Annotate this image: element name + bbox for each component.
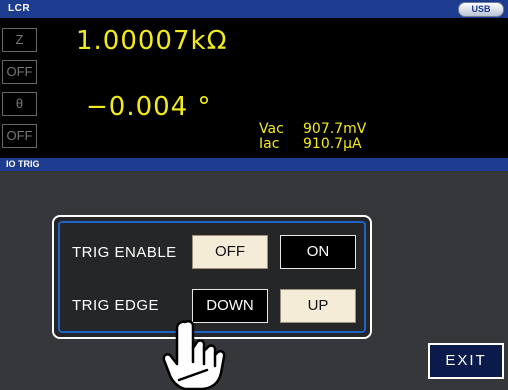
trig-enable-off-button[interactable]: OFF	[192, 235, 268, 269]
param2-range-button[interactable]: OFF	[2, 124, 37, 148]
usb-badge: USB	[458, 2, 504, 17]
section-header: IO TRIG	[0, 158, 508, 171]
title-bar: LCR USB	[0, 0, 508, 18]
vac-label: Vac	[259, 121, 284, 137]
param2-selector[interactable]: θ	[2, 92, 37, 116]
iac-value: 910.7μA	[303, 136, 362, 152]
trig-edge-label: TRIG EDGE	[72, 297, 160, 314]
exit-button[interactable]: EXIT	[428, 343, 504, 379]
param1-range-button[interactable]: OFF	[2, 60, 37, 84]
iac-label: Iac	[259, 136, 280, 152]
measurement-display: Z OFF 1.00007kΩ θ OFF −0.004 ° Vac 907.7…	[0, 18, 508, 158]
touch-hand-icon	[162, 319, 226, 390]
param2-value: −0.004 °	[86, 92, 212, 122]
trig-edge-up-button[interactable]: UP	[280, 289, 356, 323]
app-title: LCR	[8, 3, 31, 14]
app-window: LCR USB Z OFF 1.00007kΩ θ OFF −0.004 ° V…	[0, 0, 508, 390]
trig-enable-label: TRIG ENABLE	[72, 244, 177, 261]
param1-value: 1.00007kΩ	[76, 26, 228, 56]
param1-selector[interactable]: Z	[2, 28, 37, 52]
vac-value: 907.7mV	[303, 121, 367, 137]
section-title: IO TRIG	[6, 159, 40, 169]
trig-enable-on-button[interactable]: ON	[280, 235, 356, 269]
